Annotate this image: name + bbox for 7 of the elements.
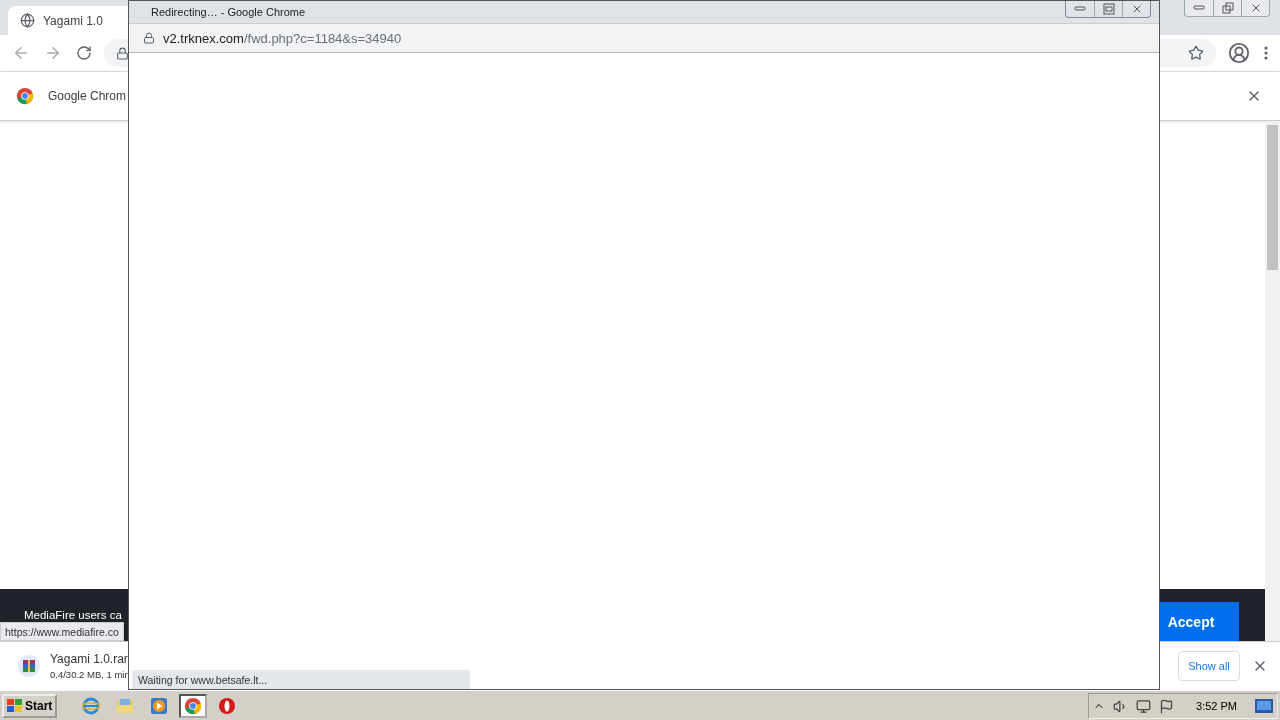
window-title: Redirecting… - Google Chrome: [151, 6, 306, 18]
clock: 3:52 PM: [1196, 700, 1237, 712]
url-text: v2.trknex.com/fwd.php?c=1184&s=34940: [163, 30, 402, 46]
link-status-bubble: https://www.mediafire.co: [0, 622, 124, 641]
infobar-message: Google Chrom: [48, 89, 128, 103]
loading-status-bubble: Waiting for www.betsafe.lt...: [132, 670, 470, 689]
banner-text: MediaFire users ca: [24, 609, 122, 621]
